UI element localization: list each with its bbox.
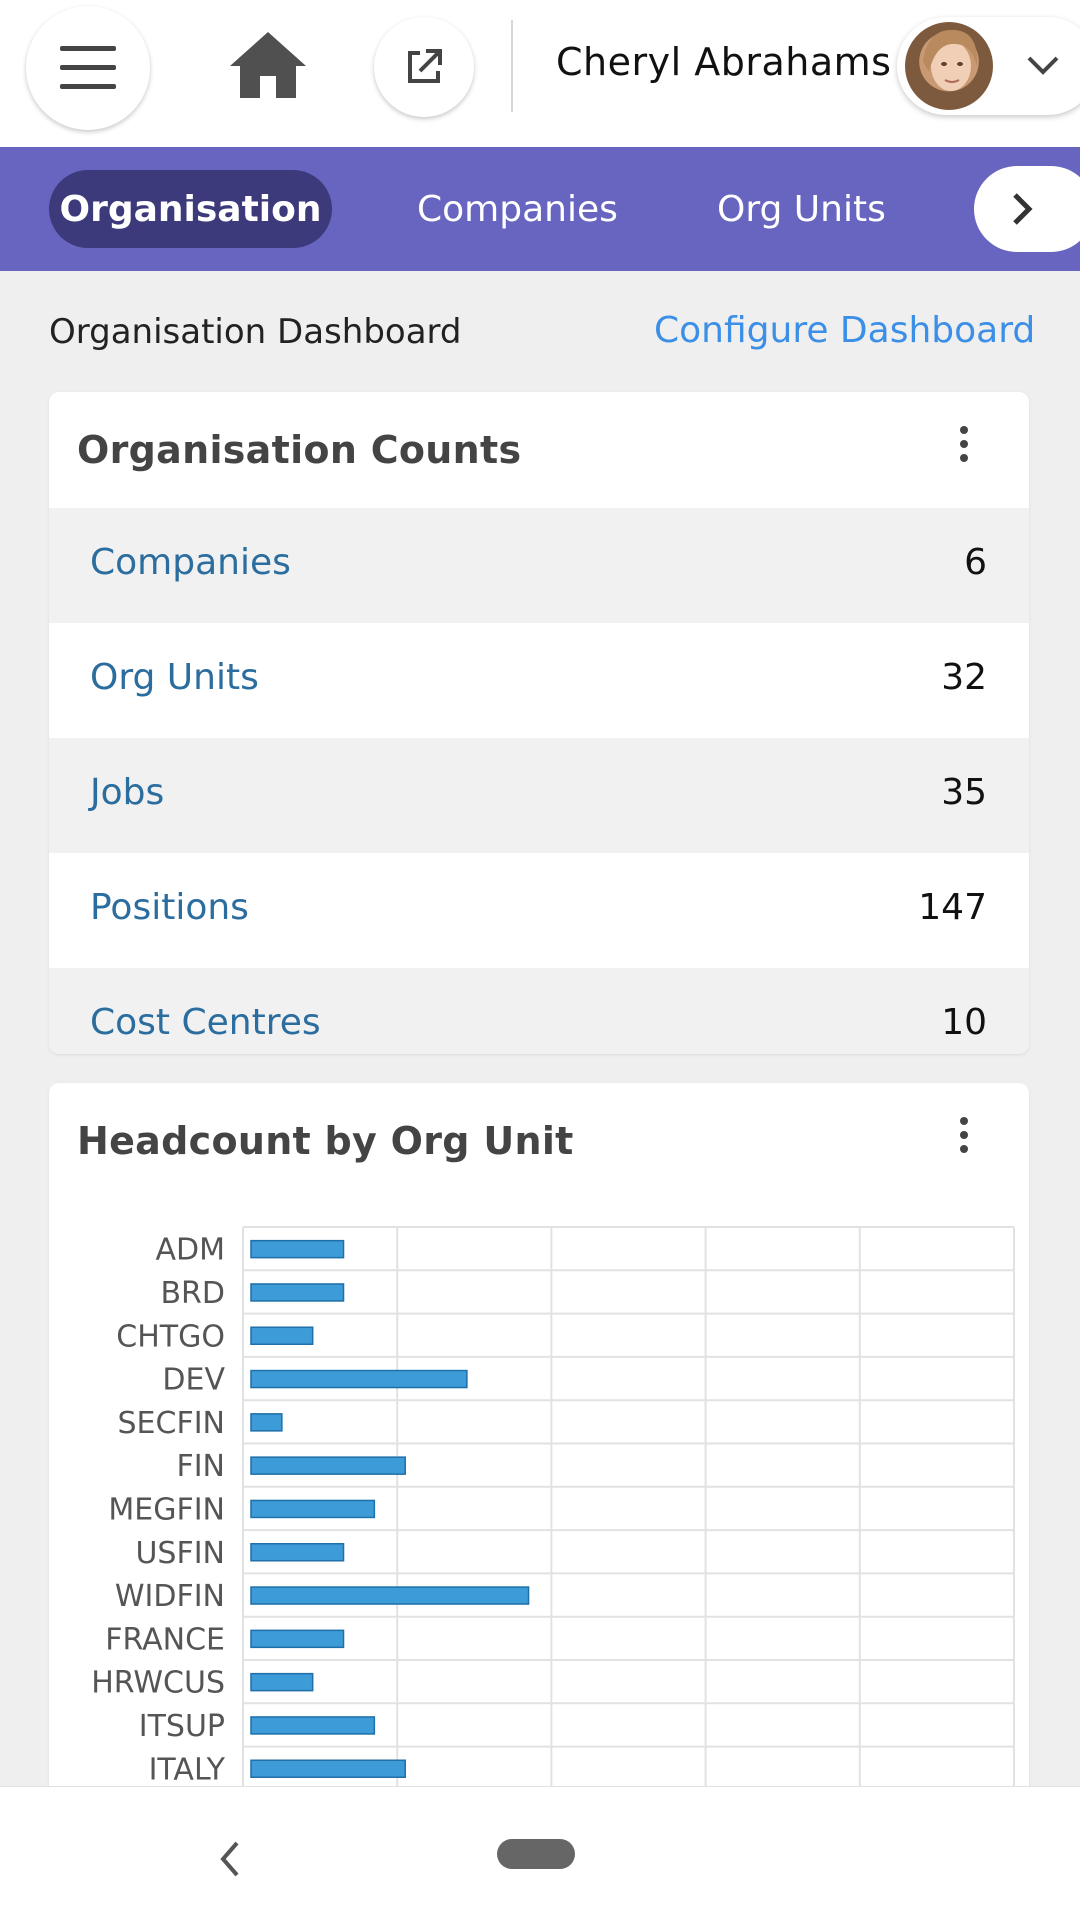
home-pill-icon[interactable] xyxy=(497,1839,575,1869)
y-tick-label: SECFIN xyxy=(118,1406,226,1441)
count-row-companies[interactable]: Companies 6 xyxy=(49,508,1029,623)
organisation-counts-card: Organisation Counts Companies 6 Org Unit… xyxy=(49,392,1029,1054)
y-tick-label: USFIN xyxy=(135,1536,225,1571)
menu-button[interactable] xyxy=(26,6,150,130)
open-external-icon xyxy=(408,49,442,83)
page-title: Organisation Dashboard xyxy=(49,312,462,352)
count-label[interactable]: Companies xyxy=(90,542,291,583)
headcount-chart-card: Headcount by Org Unit ADM BRD CHTGO DEV SECF… xyxy=(49,1083,1029,1803)
count-label[interactable]: Cost Centres xyxy=(90,1002,321,1043)
count-row-org-units[interactable]: Org Units 32 xyxy=(49,623,1029,738)
tab-org-units[interactable]: Org Units xyxy=(717,170,886,248)
configure-dashboard-link[interactable]: Configure Dashboard xyxy=(654,310,1035,351)
headcount-bar-chart: ADM BRD CHTGO DEV SECFIN FIN MEGFIN USFIN WIDFIN… xyxy=(91,1226,1015,1803)
tab-companies[interactable]: Companies xyxy=(417,170,618,248)
y-tick-label: ITALY xyxy=(149,1752,226,1787)
top-bar: Cheryl Abrahams xyxy=(0,0,1080,147)
tab-bar: Organisation Companies Org Units xyxy=(0,147,1080,271)
count-label[interactable]: Positions xyxy=(90,887,249,928)
chevron-down-icon[interactable] xyxy=(1025,50,1061,80)
bar-adm[interactable] xyxy=(250,1239,345,1259)
tab-scroll-right-button[interactable] xyxy=(974,166,1080,252)
system-nav-bar xyxy=(0,1786,1080,1916)
y-tick-label: WIDFIN xyxy=(115,1579,225,1614)
count-value: 6 xyxy=(964,542,987,583)
chevron-right-icon xyxy=(1013,193,1033,225)
back-chevron-icon[interactable] xyxy=(215,1837,245,1881)
bar-hrwcus[interactable] xyxy=(250,1672,314,1692)
bar-brd[interactable] xyxy=(250,1283,345,1302)
bar-secfin[interactable] xyxy=(250,1413,283,1432)
count-value: 35 xyxy=(941,772,987,813)
kebab-menu-icon[interactable] xyxy=(957,426,971,466)
y-tick-label: FIN xyxy=(176,1449,225,1484)
y-tick-label: ITSUP xyxy=(139,1709,225,1744)
count-value: 147 xyxy=(918,887,987,928)
bar-dev[interactable] xyxy=(250,1369,468,1389)
tab-organisation[interactable]: Organisation xyxy=(49,170,332,248)
user-name[interactable]: Cheryl Abrahams xyxy=(556,40,891,84)
count-row-cost-centres[interactable]: Cost Centres 10 xyxy=(49,968,1029,1054)
open-external-button[interactable] xyxy=(374,17,474,117)
kebab-menu-icon[interactable] xyxy=(957,1117,971,1157)
y-tick-label: ADM xyxy=(155,1233,225,1268)
bar-usfin[interactable] xyxy=(250,1543,345,1562)
count-row-positions[interactable]: Positions 147 xyxy=(49,853,1029,968)
y-tick-label: FRANCE xyxy=(105,1622,225,1657)
bar-itsup[interactable] xyxy=(250,1716,376,1735)
home-icon[interactable] xyxy=(228,30,308,100)
card-title: Headcount by Org Unit xyxy=(77,1119,574,1163)
y-tick-label: BRD xyxy=(160,1276,225,1311)
avatar[interactable] xyxy=(905,22,993,110)
bar-widfin[interactable] xyxy=(250,1586,530,1605)
bar-italy[interactable] xyxy=(250,1759,406,1778)
avatar-image xyxy=(923,29,978,91)
count-label[interactable]: Org Units xyxy=(90,657,259,698)
bar-chtgo[interactable] xyxy=(250,1326,314,1345)
header-divider xyxy=(511,20,513,112)
y-tick-label: HRWCUS xyxy=(91,1666,225,1701)
count-value: 32 xyxy=(941,657,987,698)
y-tick-label: MEGFIN xyxy=(108,1492,225,1527)
bar-megfin[interactable] xyxy=(250,1499,376,1519)
count-value: 10 xyxy=(941,1002,987,1043)
count-label[interactable]: Jobs xyxy=(90,772,164,813)
count-row-jobs[interactable]: Jobs 35 xyxy=(49,738,1029,853)
y-tick-label: CHTGO xyxy=(116,1319,225,1354)
bar-france[interactable] xyxy=(250,1629,345,1649)
card-title: Organisation Counts xyxy=(77,428,522,472)
bar-fin[interactable] xyxy=(250,1456,406,1475)
hamburger-menu-icon xyxy=(60,46,116,89)
y-tick-label: DEV xyxy=(162,1363,225,1398)
